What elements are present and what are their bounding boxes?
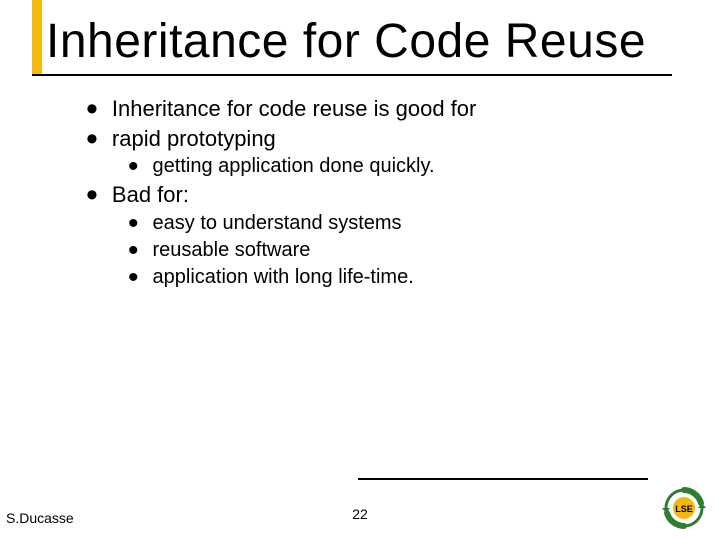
footer-page-number: 22 <box>0 506 720 522</box>
content-area: • Inheritance for code reuse is good for… <box>86 94 646 291</box>
bullet-item: • application with long life-time. <box>128 264 646 291</box>
bullet-text: Bad for: <box>112 180 189 210</box>
bullet-icon: • <box>128 270 139 287</box>
bullet-icon: • <box>128 159 139 176</box>
sub-list: • getting application done quickly. <box>128 153 646 180</box>
bullet-icon: • <box>86 100 98 119</box>
bullet-text: easy to understand systems <box>153 210 402 237</box>
slide: Inheritance for Code Reuse • Inheritance… <box>0 0 720 540</box>
title-underline <box>32 74 672 76</box>
bullet-icon: • <box>86 186 98 205</box>
bullet-item: • reusable software <box>128 237 646 264</box>
bullet-text: getting application done quickly. <box>153 153 435 180</box>
bullet-item: • rapid prototyping <box>86 124 646 154</box>
footer-divider <box>358 478 648 480</box>
bullet-text: application with long life-time. <box>153 264 414 291</box>
bullet-item: • easy to understand systems <box>128 210 646 237</box>
logo-label: LSE <box>675 504 693 514</box>
bullet-text: rapid prototyping <box>112 124 276 154</box>
accent-bar <box>32 0 42 76</box>
sub-list: • easy to understand systems • reusable … <box>128 210 646 291</box>
lse-logo-icon: LSE <box>662 486 706 530</box>
bullet-item: • Inheritance for code reuse is good for <box>86 94 646 124</box>
bullet-icon: • <box>128 216 139 233</box>
bullet-item: • getting application done quickly. <box>128 153 646 180</box>
bullet-icon: • <box>128 243 139 260</box>
bullet-text: Inheritance for code reuse is good for <box>112 94 476 124</box>
bullet-text: reusable software <box>153 237 311 264</box>
slide-title: Inheritance for Code Reuse <box>46 14 646 69</box>
bullet-icon: • <box>86 130 98 149</box>
bullet-item: • Bad for: <box>86 180 646 210</box>
